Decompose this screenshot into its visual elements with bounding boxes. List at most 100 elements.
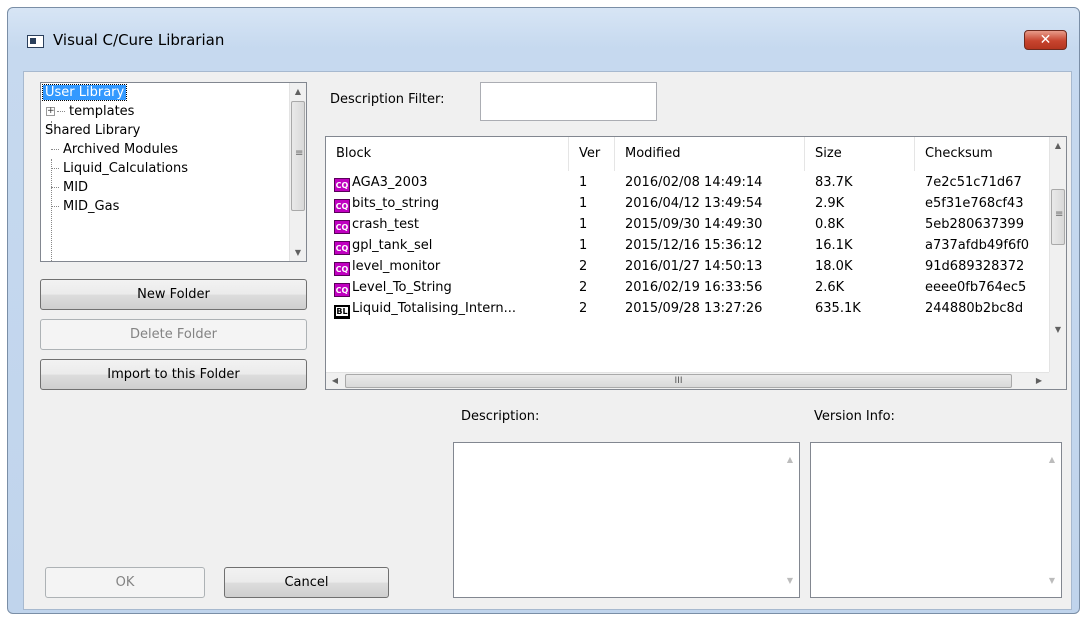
block-version: 1 — [579, 196, 588, 211]
scroll-down-icon[interactable]: ▼ — [1050, 321, 1066, 338]
block-size: 2.6K — [815, 280, 845, 295]
cq-block-icon: CQ — [334, 283, 350, 297]
scroll-up-icon[interactable]: ▲ — [782, 451, 798, 468]
scroll-grip: III — [674, 376, 683, 386]
description-textarea[interactable]: ▲ ▼ — [453, 442, 800, 598]
block-version: 2 — [579, 280, 588, 295]
tree-vertical-scrollbar[interactable]: ▲ ≡ ▼ — [289, 83, 306, 261]
grid-horizontal-scrollbar[interactable]: ◀ III ▶ — [326, 372, 1051, 389]
description-filter-label: Description Filter: — [330, 92, 445, 107]
grid-vertical-scrollbar[interactable]: ▲ ≡ ▼ — [1049, 137, 1066, 372]
scroll-up-icon[interactable]: ▲ — [290, 83, 306, 100]
scroll-up-icon[interactable]: ▲ — [1050, 137, 1066, 154]
grid-header: Block Ver Modified Size Checksum — [326, 137, 1066, 171]
dialog-client-area: User Library + templates Shared Library A… — [23, 71, 1072, 610]
scroll-thumb[interactable]: III — [345, 374, 1012, 388]
block-checksum: 7e2c51c71d67 — [925, 175, 1022, 190]
block-size: 83.7K — [815, 175, 853, 190]
block-checksum: 91d689328372 — [925, 259, 1025, 274]
column-header-modified[interactable]: Modified — [615, 137, 805, 171]
block-name: bits_to_string — [352, 196, 440, 211]
block-name: Liquid_Totalising_Intern... — [352, 301, 516, 316]
app-icon — [27, 35, 44, 48]
block-version: 1 — [579, 217, 588, 232]
block-size: 635.1K — [815, 301, 861, 316]
table-row[interactable]: CQ Level_To_String 2 2016/02/19 16:33:56 … — [326, 277, 1066, 298]
table-row[interactable]: CQ gpl_tank_sel 1 2015/12/16 15:36:12 16.… — [326, 235, 1066, 256]
block-modified: 2015/09/28 13:27:26 — [625, 301, 763, 316]
block-checksum: e5f31e768cf43 — [925, 196, 1024, 211]
scroll-thumb[interactable]: ≡ — [1051, 189, 1065, 245]
tree-item-liquid-calculations[interactable]: Liquid_Calculations — [51, 159, 190, 178]
scroll-left-icon[interactable]: ◀ — [328, 373, 342, 389]
import-folder-button[interactable]: Import to this Folder — [40, 359, 307, 390]
table-row[interactable]: CQ bits_to_string 1 2016/04/12 13:49:54 2… — [326, 193, 1066, 214]
block-size: 2.9K — [815, 196, 845, 211]
bl-block-icon: BL — [334, 305, 350, 319]
block-name: Level_To_String — [352, 280, 452, 295]
block-name: crash_test — [352, 217, 419, 232]
tree-item-archived-modules[interactable]: Archived Modules — [51, 140, 180, 159]
scroll-down-icon[interactable]: ▼ — [290, 244, 306, 261]
scroll-corner — [1049, 372, 1066, 389]
cancel-button[interactable]: Cancel — [224, 567, 389, 598]
block-checksum: eeee0fb764ec5 — [925, 280, 1027, 295]
block-modified: 2015/12/16 15:36:12 — [625, 238, 763, 253]
block-checksum: 5eb280637399 — [925, 217, 1024, 232]
ok-button[interactable]: OK — [45, 567, 205, 598]
scroll-up-icon[interactable]: ▲ — [1044, 451, 1060, 468]
version-info-textarea[interactable]: ▲ ▼ — [810, 442, 1062, 598]
column-header-ver[interactable]: Ver — [569, 137, 615, 171]
block-version: 2 — [579, 301, 588, 316]
close-button[interactable]: ✕ — [1024, 30, 1067, 50]
table-row[interactable]: BL Liquid_Totalising_Intern... 2 2015/09/… — [326, 298, 1066, 319]
block-version: 1 — [579, 175, 588, 190]
block-version: 1 — [579, 238, 588, 253]
block-modified: 2016/01/27 14:50:13 — [625, 259, 763, 274]
tree-item-user-library[interactable]: User Library — [41, 83, 128, 102]
title-bar[interactable]: Visual C/Cure Librarian ✕ — [8, 8, 1079, 68]
new-folder-button[interactable]: New Folder — [40, 279, 307, 310]
cq-block-icon: CQ — [334, 241, 350, 255]
block-checksum: 244880b2bc8d — [925, 301, 1024, 316]
cq-block-icon: CQ — [334, 178, 350, 192]
column-header-block[interactable]: Block — [326, 137, 569, 171]
block-size: 16.1K — [815, 238, 853, 253]
description-label: Description: — [461, 409, 540, 424]
scroll-thumb[interactable]: ≡ — [291, 101, 305, 211]
block-checksum: a737afdb49f6f0 — [925, 238, 1030, 253]
table-row[interactable]: CQ level_monitor 2 2016/01/27 14:50:13 18… — [326, 256, 1066, 277]
librarian-window: Visual C/Cure Librarian ✕ User Library +… — [7, 7, 1080, 614]
block-size: 18.0K — [815, 259, 853, 274]
block-list[interactable]: Block Ver Modified Size Checksum CQ AGA3_… — [325, 136, 1067, 390]
block-name: gpl_tank_sel — [352, 238, 433, 253]
scroll-down-icon[interactable]: ▼ — [782, 572, 798, 589]
block-modified: 2016/02/19 16:33:56 — [625, 280, 763, 295]
delete-folder-button[interactable]: Delete Folder — [40, 319, 307, 350]
tree-item-mid-gas[interactable]: MID_Gas — [51, 197, 121, 216]
cq-block-icon: CQ — [334, 262, 350, 276]
block-modified: 2016/02/08 14:49:14 — [625, 175, 763, 190]
column-header-checksum[interactable]: Checksum — [915, 137, 1051, 171]
cq-block-icon: CQ — [334, 220, 350, 234]
block-name: AGA3_2003 — [352, 175, 428, 190]
version-info-label: Version Info: — [814, 409, 895, 424]
scroll-down-icon[interactable]: ▼ — [1044, 572, 1060, 589]
tree-item-mid[interactable]: MID — [51, 178, 90, 197]
block-modified: 2016/04/12 13:49:54 — [625, 196, 763, 211]
version-info-scrollbar[interactable]: ▲ ▼ — [1044, 443, 1061, 597]
window-title: Visual C/Cure Librarian — [53, 31, 225, 49]
tree-item-templates[interactable]: + templates — [46, 102, 136, 121]
table-row[interactable]: CQ AGA3_2003 1 2016/02/08 14:49:14 83.7K … — [326, 172, 1066, 193]
library-tree[interactable]: User Library + templates Shared Library A… — [40, 82, 307, 262]
scroll-right-icon[interactable]: ▶ — [1032, 373, 1046, 389]
expand-icon[interactable]: + — [46, 107, 55, 116]
column-header-size[interactable]: Size — [805, 137, 915, 171]
table-row[interactable]: CQ crash_test 1 2015/09/30 14:49:30 0.8K … — [326, 214, 1066, 235]
cq-block-icon: CQ — [334, 199, 350, 213]
description-filter-input[interactable] — [480, 82, 657, 121]
block-modified: 2015/09/30 14:49:30 — [625, 217, 763, 232]
tree-item-shared-library[interactable]: Shared Library — [43, 121, 142, 140]
description-scrollbar[interactable]: ▲ ▼ — [782, 443, 799, 597]
block-size: 0.8K — [815, 217, 845, 232]
